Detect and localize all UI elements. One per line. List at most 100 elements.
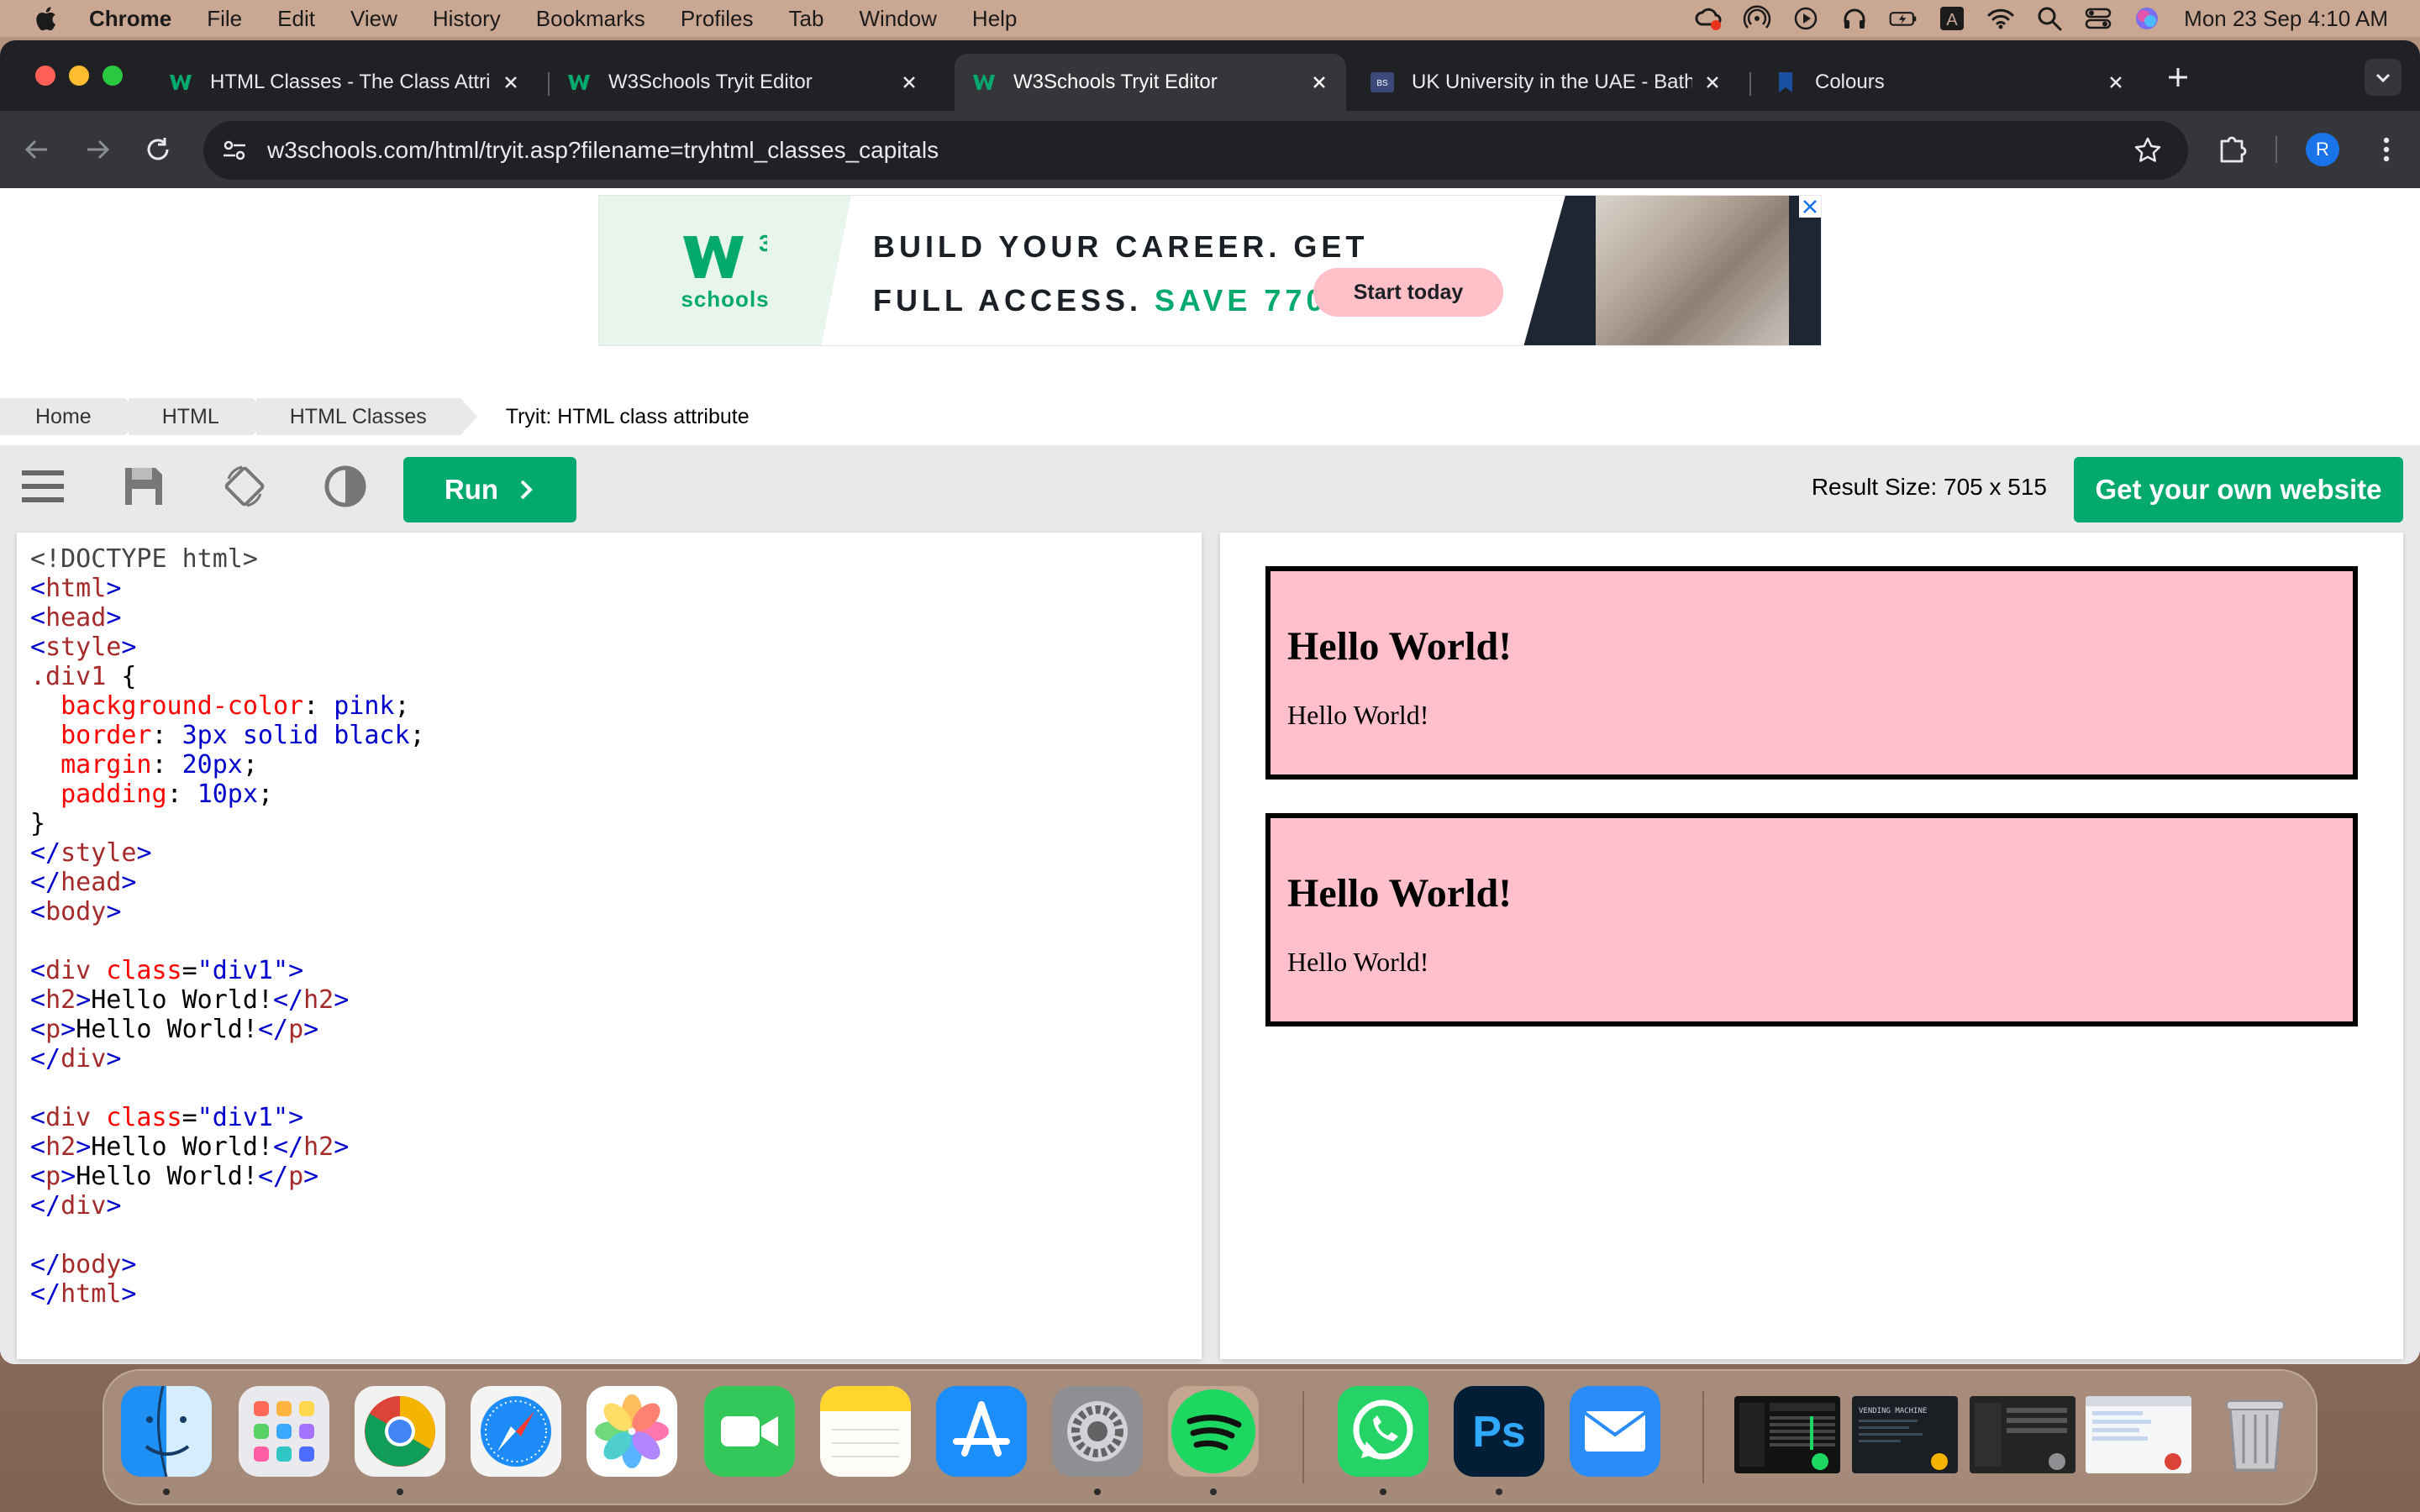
back-arrow-icon[interactable] bbox=[20, 133, 54, 166]
close-tab-icon[interactable] bbox=[1702, 72, 1723, 92]
running-indicator bbox=[163, 1488, 170, 1495]
bookmark-star-icon[interactable] bbox=[2133, 135, 2163, 165]
tab-bath-spa[interactable]: BS UK University in the UAE - Bath Spa bbox=[1353, 54, 1739, 111]
tab-search-button[interactable] bbox=[2365, 59, 2402, 96]
menu-edit[interactable]: Edit bbox=[277, 6, 315, 32]
ad-banner[interactable]: 3 schools BUILD YOUR CAREER. GET FULL AC… bbox=[598, 195, 1822, 346]
rotate-orientation-icon[interactable] bbox=[222, 464, 267, 509]
more-options-icon[interactable] bbox=[2370, 133, 2403, 166]
forward-arrow-icon[interactable] bbox=[81, 133, 114, 166]
theme-contrast-icon[interactable] bbox=[323, 464, 368, 509]
code-token: > bbox=[60, 1015, 76, 1044]
code-token: </ bbox=[30, 838, 61, 868]
tab-tryit-editor-1[interactable]: W3Schools Tryit Editor bbox=[550, 54, 936, 111]
minimize-window-button[interactable] bbox=[69, 66, 89, 86]
breadcrumb-html-classes[interactable]: HTML Classes bbox=[255, 398, 477, 435]
ad-start-today-button[interactable]: Start today bbox=[1313, 268, 1503, 317]
tab-html-classes[interactable]: HTML Classes - The Class Attribute bbox=[151, 54, 538, 111]
airdrop-icon[interactable] bbox=[1742, 3, 1772, 34]
control-center-icon[interactable] bbox=[2083, 3, 2113, 34]
finder-icon[interactable] bbox=[121, 1386, 212, 1477]
code-token: .div1 bbox=[30, 662, 107, 691]
whatsapp-icon[interactable] bbox=[1338, 1386, 1428, 1477]
run-button[interactable]: Run bbox=[403, 457, 576, 522]
url-text[interactable]: w3schools.com/html/tryit.asp?filename=tr… bbox=[267, 137, 939, 164]
notes-icon[interactable] bbox=[820, 1386, 911, 1477]
play-icon[interactable] bbox=[1791, 3, 1821, 34]
code-line: background-color: pink; bbox=[30, 691, 1202, 721]
menu-app-name[interactable]: Chrome bbox=[89, 6, 171, 32]
site-info-tune-icon[interactable] bbox=[220, 136, 249, 165]
code-editor[interactable]: <!DOCTYPE html> <html> <head> <style> .div1 … bbox=[17, 533, 1202, 1359]
menu-view[interactable]: View bbox=[350, 6, 397, 32]
get-your-own-website-button[interactable]: Get your own website bbox=[2074, 457, 2403, 522]
code-token: Hello World! bbox=[76, 1015, 258, 1044]
apple-menu-icon[interactable] bbox=[32, 4, 57, 33]
breadcrumb-home[interactable]: Home bbox=[0, 398, 142, 435]
launchpad-icon[interactable] bbox=[239, 1386, 329, 1477]
menu-help[interactable]: Help bbox=[972, 6, 1017, 32]
spotlight-search-icon[interactable] bbox=[2034, 3, 2065, 34]
safari-icon[interactable] bbox=[471, 1386, 561, 1477]
code-token: > bbox=[106, 603, 122, 633]
code-token: body bbox=[60, 1250, 122, 1279]
spotify-window[interactable] bbox=[1734, 1396, 1840, 1473]
close-tab-icon[interactable] bbox=[1309, 72, 1329, 92]
app-store-icon[interactable] bbox=[936, 1386, 1027, 1477]
profile-avatar[interactable]: R bbox=[2306, 133, 2339, 166]
headphones-icon[interactable] bbox=[1839, 3, 1870, 34]
code-token: : bbox=[151, 721, 182, 750]
breadcrumb-html[interactable]: HTML bbox=[128, 398, 270, 435]
settings-window[interactable] bbox=[1970, 1396, 2075, 1473]
code-token: ; bbox=[409, 721, 425, 750]
input-source-icon[interactable]: A bbox=[1937, 3, 1967, 34]
close-window-button[interactable] bbox=[35, 66, 55, 86]
vending-machine-window[interactable]: VENDING MACHINE bbox=[1852, 1396, 1958, 1473]
menu-file[interactable]: File bbox=[207, 6, 242, 32]
menu-tab[interactable]: Tab bbox=[789, 6, 824, 32]
menu-bookmarks[interactable]: Bookmarks bbox=[536, 6, 645, 32]
photoshop-icon[interactable]: Ps bbox=[1454, 1386, 1544, 1477]
ad-close-icon[interactable] bbox=[1799, 196, 1821, 218]
photos-icon[interactable] bbox=[587, 1386, 677, 1477]
editor-work-area: <!DOCTYPE html> <html> <head> <style> .div1 … bbox=[0, 526, 2420, 1364]
menu-profiles[interactable]: Profiles bbox=[681, 6, 754, 32]
menu-history[interactable]: History bbox=[433, 6, 501, 32]
code-token: < bbox=[30, 1015, 46, 1044]
tab-tryit-editor-active[interactable]: W3Schools Tryit Editor bbox=[955, 54, 1346, 111]
battery-charging-icon[interactable] bbox=[1888, 3, 1918, 34]
address-bar[interactable]: w3schools.com/html/tryit.asp?filename=tr… bbox=[203, 121, 2188, 180]
menu-window[interactable]: Window bbox=[859, 6, 936, 32]
spotify-icon[interactable] bbox=[1168, 1386, 1259, 1477]
tab-colours[interactable]: Colours bbox=[1756, 54, 2143, 111]
menu-bar-clock[interactable]: Mon 23 Sep 4:10 AM bbox=[2184, 6, 2388, 32]
menu-hamburger-icon[interactable] bbox=[20, 464, 66, 509]
code-token: </ bbox=[273, 1132, 304, 1162]
save-floppy-icon[interactable] bbox=[121, 464, 166, 509]
trash-icon[interactable] bbox=[2210, 1386, 2301, 1477]
extensions-puzzle-icon[interactable] bbox=[2215, 131, 2250, 166]
new-tab-plus-icon[interactable] bbox=[2166, 66, 2190, 89]
close-tab-icon[interactable] bbox=[501, 72, 521, 92]
chrome-icon[interactable] bbox=[355, 1386, 445, 1477]
close-tab-icon[interactable] bbox=[2106, 72, 2126, 92]
close-tab-icon[interactable] bbox=[899, 72, 919, 92]
creative-cloud-icon[interactable] bbox=[1693, 3, 1723, 34]
result-div1-box: Hello World! Hello World! bbox=[1265, 813, 2358, 1026]
svg-text:3: 3 bbox=[759, 230, 767, 256]
facetime-icon[interactable] bbox=[704, 1386, 795, 1477]
code-token: pink bbox=[334, 691, 395, 721]
wifi-icon[interactable] bbox=[1986, 3, 2016, 34]
siri-icon[interactable] bbox=[2132, 3, 2162, 34]
code-line: <html> bbox=[30, 574, 1202, 603]
system-settings-icon[interactable] bbox=[1052, 1386, 1143, 1477]
reload-icon[interactable] bbox=[141, 133, 175, 166]
mail-icon[interactable] bbox=[1570, 1386, 1660, 1477]
code-token: } bbox=[30, 809, 46, 838]
ad-logo-text: schools bbox=[681, 286, 770, 312]
chrome-window[interactable] bbox=[2086, 1396, 2191, 1473]
result-frame[interactable]: Hello World! Hello World! Hello World! H… bbox=[1220, 533, 2403, 1359]
browser-toolbar: w3schools.com/html/tryit.asp?filename=tr… bbox=[0, 111, 2420, 188]
zoom-window-button[interactable] bbox=[103, 66, 123, 86]
